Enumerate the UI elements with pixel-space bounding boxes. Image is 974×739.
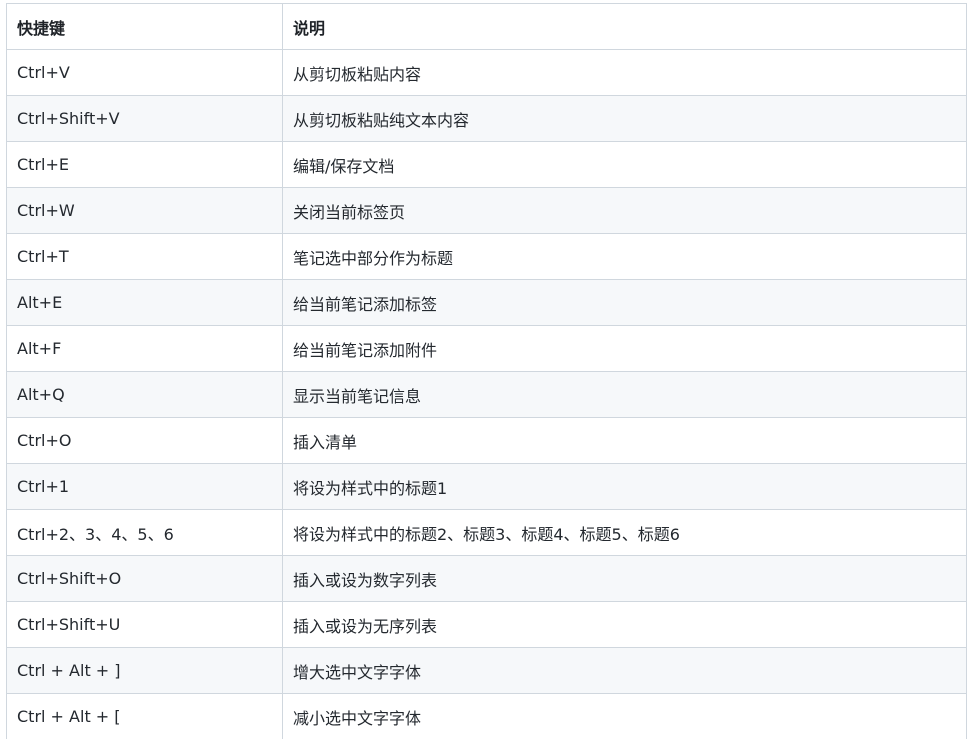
shortcut-key-cell: Ctrl+1 — [6, 463, 283, 510]
shortcut-key-cell: Ctrl+E — [6, 141, 283, 188]
table-row: Ctrl+Shift+O 插入或设为数字列表 — [6, 555, 967, 602]
shortcut-key-cell: Ctrl+Shift+O — [6, 555, 283, 602]
table-row: Ctrl+V 从剪切板粘贴内容 — [6, 49, 967, 96]
shortcut-key-cell: Ctrl+W — [6, 187, 283, 234]
shortcut-description-cell: 插入或设为数字列表 — [282, 555, 967, 602]
shortcut-description-cell: 从剪切板粘贴纯文本内容 — [282, 95, 967, 142]
shortcut-key-cell: Alt+Q — [6, 371, 283, 418]
table-row: Ctrl+W 关闭当前标签页 — [6, 187, 967, 234]
shortcut-description-cell: 从剪切板粘贴内容 — [282, 49, 967, 96]
shortcut-key-cell: Ctrl+O — [6, 417, 283, 464]
table-row: Ctrl+E 编辑/保存文档 — [6, 141, 967, 188]
shortcut-description-cell: 将设为样式中的标题1 — [282, 463, 967, 510]
shortcut-description-cell: 关闭当前标签页 — [282, 187, 967, 234]
table-header-row: 快捷键 说明 — [6, 3, 967, 50]
shortcut-key-cell: Ctrl+T — [6, 233, 283, 280]
table-row: Ctrl + Alt + ] 增大选中文字字体 — [6, 647, 967, 694]
shortcut-description-cell: 编辑/保存文档 — [282, 141, 967, 188]
table-row: Ctrl+1 将设为样式中的标题1 — [6, 463, 967, 510]
table-row: Alt+Q 显示当前笔记信息 — [6, 371, 967, 418]
shortcut-description-cell: 插入或设为无序列表 — [282, 601, 967, 648]
shortcut-table: 快捷键 说明 Ctrl+V 从剪切板粘贴内容 Ctrl+Shift+V 从剪切板… — [6, 3, 967, 739]
table-row: Alt+E 给当前笔记添加标签 — [6, 279, 967, 326]
shortcut-key-cell: Ctrl+V — [6, 49, 283, 96]
table-row: Ctrl + Alt + [ 减小选中文字字体 — [6, 693, 967, 739]
table-row: Ctrl+Shift+V 从剪切板粘贴纯文本内容 — [6, 95, 967, 142]
shortcut-description-cell: 显示当前笔记信息 — [282, 371, 967, 418]
shortcut-description-cell: 增大选中文字字体 — [282, 647, 967, 694]
table-row: Ctrl+2、3、4、5、6 将设为样式中的标题2、标题3、标题4、标题5、标题… — [6, 509, 967, 556]
table-row: Ctrl+Shift+U 插入或设为无序列表 — [6, 601, 967, 648]
table-row: Ctrl+T 笔记选中部分作为标题 — [6, 233, 967, 280]
shortcut-key-cell: Alt+F — [6, 325, 283, 372]
shortcut-key-cell: Ctrl + Alt + [ — [6, 693, 283, 739]
shortcut-description-cell: 给当前笔记添加标签 — [282, 279, 967, 326]
shortcut-description-cell: 将设为样式中的标题2、标题3、标题4、标题5、标题6 — [282, 509, 967, 556]
table-row: Alt+F 给当前笔记添加附件 — [6, 325, 967, 372]
shortcut-key-cell: Ctrl + Alt + ] — [6, 647, 283, 694]
shortcut-description-cell: 减小选中文字字体 — [282, 693, 967, 739]
shortcut-table-container: 快捷键 说明 Ctrl+V 从剪切板粘贴内容 Ctrl+Shift+V 从剪切板… — [6, 3, 967, 739]
shortcut-key-cell: Ctrl+2、3、4、5、6 — [6, 509, 283, 556]
shortcut-key-cell: Ctrl+Shift+V — [6, 95, 283, 142]
table-row: Ctrl+O 插入清单 — [6, 417, 967, 464]
shortcut-description-cell: 笔记选中部分作为标题 — [282, 233, 967, 280]
shortcut-description-cell: 给当前笔记添加附件 — [282, 325, 967, 372]
header-description: 说明 — [282, 3, 967, 50]
shortcut-key-cell: Ctrl+Shift+U — [6, 601, 283, 648]
header-shortcut: 快捷键 — [6, 3, 283, 50]
shortcut-key-cell: Alt+E — [6, 279, 283, 326]
shortcut-description-cell: 插入清单 — [282, 417, 967, 464]
